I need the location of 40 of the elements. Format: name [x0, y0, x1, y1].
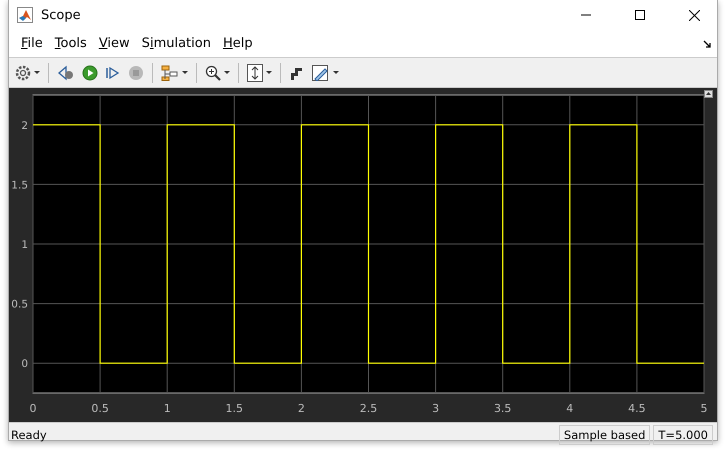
fit-axes-button[interactable]: [245, 62, 274, 84]
caret-icon[interactable]: [224, 71, 230, 74]
caret-icon[interactable]: [333, 71, 339, 74]
caret-icon[interactable]: [34, 71, 40, 74]
sample-mode-label: Sample based: [558, 424, 650, 444]
menu-item[interactable]: View: [92, 34, 136, 53]
menu-item[interactable]: Tools: [48, 34, 93, 53]
y-tick-label: 0.5: [11, 298, 28, 311]
y-tick-label: 2: [21, 120, 28, 132]
measurement-button[interactable]: [310, 62, 341, 82]
caret-icon[interactable]: [182, 71, 188, 74]
gear-icon[interactable]: [15, 64, 31, 80]
maximize-icon[interactable]: [635, 10, 645, 20]
x-tick-label: 4.5: [628, 402, 646, 415]
caret-icon[interactable]: [266, 71, 272, 74]
y-tick-label: 1.5: [11, 179, 28, 192]
x-tick-label: 2: [298, 402, 305, 415]
app-logo-icon: [17, 7, 33, 23]
x-tick-label: 0: [30, 402, 36, 415]
x-tick-label: 2.5: [360, 402, 378, 415]
undock-icon[interactable]: [704, 90, 713, 98]
x-tick-label: 3: [432, 402, 440, 415]
simulation-time: T=5.000: [653, 424, 713, 444]
x-tick-label: 5: [700, 402, 708, 415]
status-message: Ready: [10, 428, 48, 442]
x-tick-label: 3.5: [494, 402, 512, 415]
x-tick-label: 0.5: [91, 402, 109, 415]
x-tick-label: 1.5: [226, 402, 244, 415]
window-title: Scope: [41, 8, 82, 22]
x-tick-label: 4: [566, 402, 574, 415]
signal-tree-button[interactable]: [159, 62, 190, 82]
x-tick-label: 1: [164, 402, 171, 415]
y-tick-label: 0: [21, 358, 28, 370]
run-button[interactable]: [80, 62, 100, 82]
dock-arrow-icon[interactable]: [703, 40, 711, 48]
menu-item[interactable]: File: [15, 34, 49, 53]
y-tick-label: 1: [21, 239, 28, 251]
close-icon[interactable]: [688, 10, 700, 20]
menu-item[interactable]: Simulation: [136, 34, 217, 53]
menu-item[interactable]: Help: [216, 34, 259, 53]
